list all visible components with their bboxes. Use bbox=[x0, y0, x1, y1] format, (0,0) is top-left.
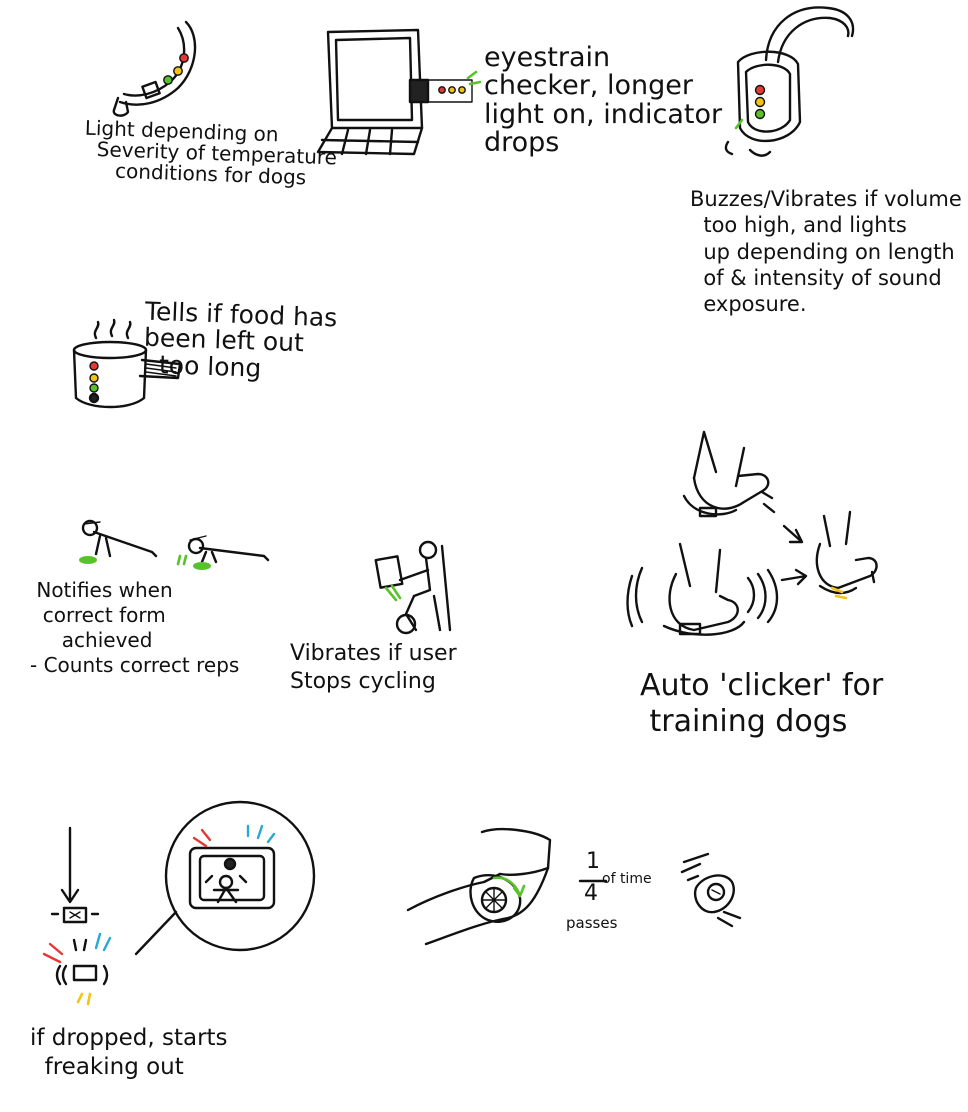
laptop-sketch bbox=[316, 28, 482, 156]
cycling-sketch bbox=[374, 540, 452, 635]
pushups-caption: Notifies when correct form achieved - Co… bbox=[30, 578, 240, 677]
headphones-sketch bbox=[724, 6, 855, 157]
watch-gear-sketch bbox=[680, 852, 742, 928]
headphones-caption: Buzzes/Vibrates if volume much too high,… bbox=[690, 187, 962, 316]
laptop-caption: eyestrain checker, longer light on, indi… bbox=[484, 42, 723, 159]
dropped-device-caption: if dropped, starts freaking out bbox=[30, 1025, 228, 1080]
watch-fraction-numerator: 1 bbox=[586, 849, 600, 874]
food-pot-caption: Tells if food has been left out too long bbox=[142, 296, 338, 383]
dog-clicker-caption: Auto 'clicker' for training dogs bbox=[640, 668, 884, 739]
watch-sketch bbox=[406, 827, 552, 946]
watch-fraction-denominator: 4 bbox=[584, 881, 598, 906]
dropped-device-sketch bbox=[42, 800, 316, 1006]
dog-clicker-sketch bbox=[626, 430, 878, 636]
pushups-sketch bbox=[79, 519, 270, 570]
watch-caption: passes bbox=[566, 914, 618, 932]
dog-collar-sketch bbox=[112, 20, 197, 117]
sketch-page: Light depending on Severity of temperatu… bbox=[0, 0, 968, 1112]
watch-fraction-suffix: of time bbox=[602, 871, 652, 887]
dog-collar-caption: Light depending on Severity of temperatu… bbox=[82, 115, 338, 190]
cycling-caption: Vibrates if user Stops cycling bbox=[290, 641, 457, 694]
